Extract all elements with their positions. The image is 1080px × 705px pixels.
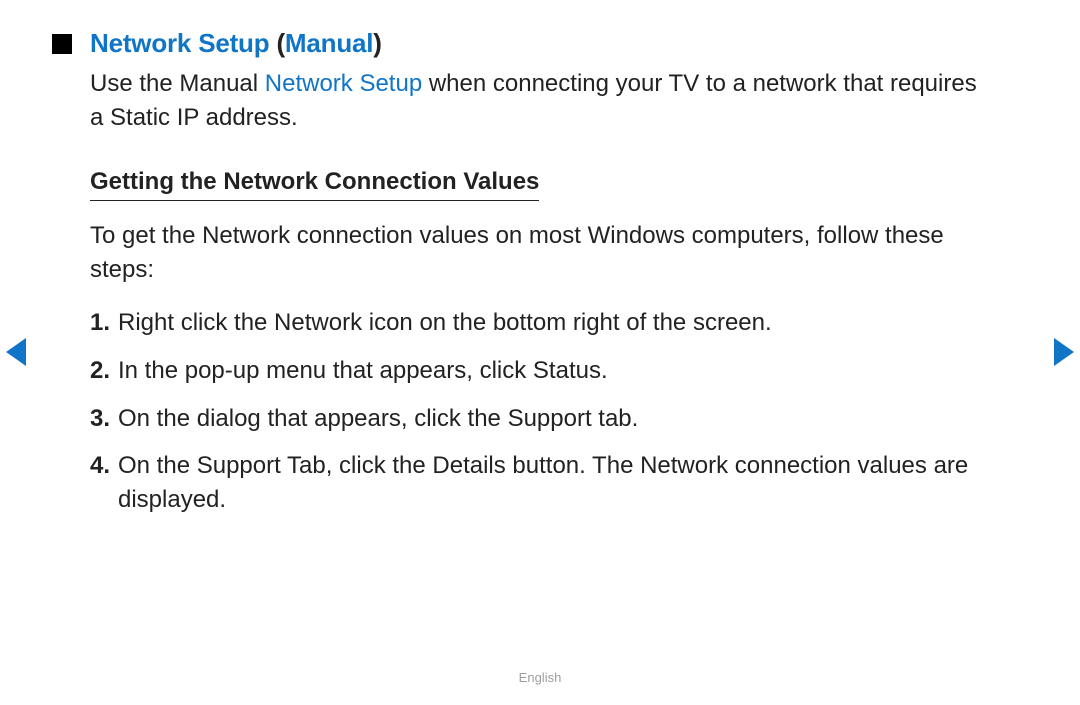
- list-item: In the pop-up menu that appears, click S…: [90, 354, 990, 388]
- intro-text: Use the Manual Network Setup when connec…: [90, 67, 990, 134]
- section-heading: Network Setup (Manual): [90, 28, 382, 59]
- footer-language: English: [0, 670, 1080, 685]
- subintro-text: To get the Network connection values on …: [90, 219, 990, 286]
- next-page-arrow-icon[interactable]: [1054, 338, 1074, 366]
- heading-paren-open: (: [276, 28, 284, 58]
- heading-paren-close: ): [373, 28, 381, 58]
- intro-keyword: Network Setup: [265, 70, 422, 97]
- square-bullet-icon: [52, 34, 72, 54]
- heading-part-manual: Manual: [285, 28, 373, 58]
- list-item: Right click the Network icon on the bott…: [90, 306, 990, 340]
- heading-row: Network Setup (Manual): [90, 28, 990, 59]
- page-content: Network Setup (Manual) Use the Manual Ne…: [0, 0, 1080, 516]
- heading-part-blue: Network Setup: [90, 28, 276, 58]
- list-item: On the Support Tab, click the Details bu…: [90, 449, 990, 516]
- list-item: On the dialog that appears, click the Su…: [90, 402, 990, 436]
- steps-list: Right click the Network icon on the bott…: [90, 306, 990, 516]
- subheading-wrap: Getting the Network Connection Values: [90, 168, 539, 201]
- intro-before: Use the Manual: [90, 70, 265, 97]
- previous-page-arrow-icon[interactable]: [6, 338, 26, 366]
- subheading: Getting the Network Connection Values: [90, 168, 539, 201]
